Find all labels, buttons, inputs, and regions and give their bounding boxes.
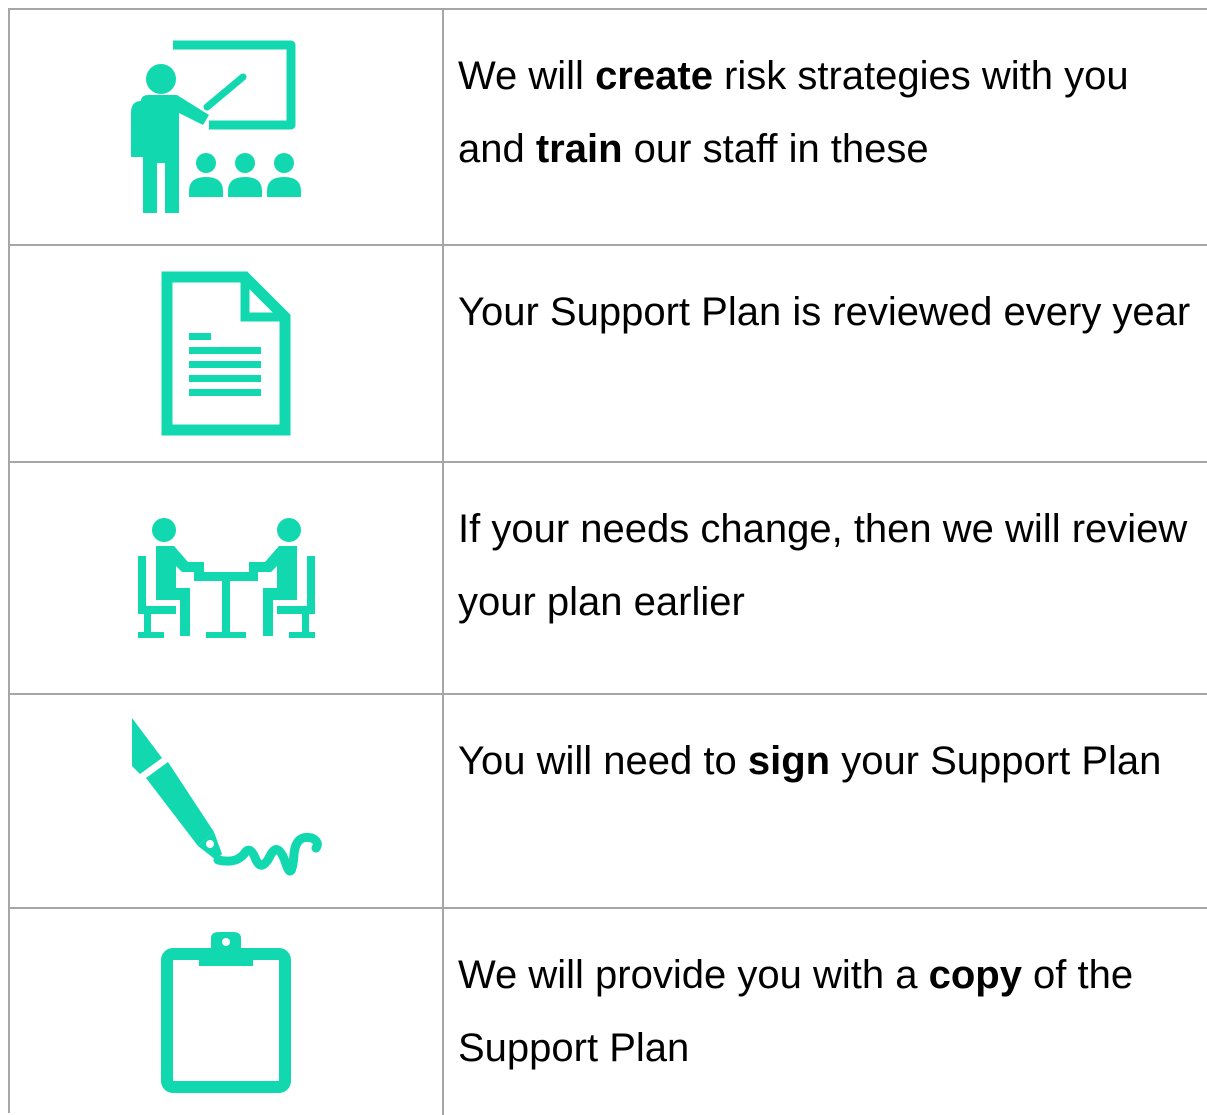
emphasis-sign: sign [747, 739, 831, 783]
emphasis-copy: copy [928, 953, 1022, 997]
document-icon [161, 271, 291, 436]
emphasis-train: train [535, 127, 623, 171]
row-text: We will provide you with a copy of the S… [458, 953, 1134, 1070]
row-text: You will need to sign your Support Plan [458, 739, 1162, 783]
row-text: We will create risk strategies with you … [458, 54, 1129, 171]
table-row: You will need to sign your Support Plan [10, 695, 1207, 909]
table-row: We will create risk strategies with you … [10, 10, 1207, 246]
info-table: We will create risk strategies with you … [8, 8, 1207, 1115]
icon-cell [10, 695, 444, 907]
icon-cell [10, 246, 444, 461]
icon-cell [10, 463, 444, 693]
clipboard-icon [161, 930, 291, 1095]
pen-signature-icon [126, 714, 326, 889]
meeting-icon [134, 516, 319, 641]
table-row: We will provide you with a copy of the S… [10, 909, 1207, 1115]
table-row: If your needs change, then we will revie… [10, 463, 1207, 695]
emphasis-create: create [595, 54, 713, 98]
table-row: Your Support Plan is reviewed every year [10, 246, 1207, 463]
row-text: Your Support Plan is reviewed every year [458, 290, 1191, 334]
icon-cell [10, 10, 444, 244]
row-text: If your needs change, then we will revie… [458, 507, 1188, 624]
presentation-icon [121, 37, 331, 217]
icon-cell [10, 909, 444, 1115]
